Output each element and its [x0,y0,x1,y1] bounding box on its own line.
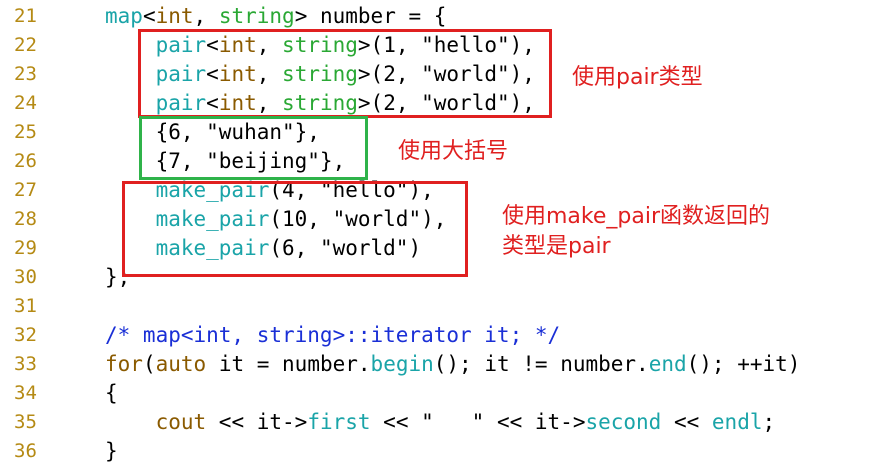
pair-annotation: 使用pair类型 [572,65,703,90]
line-number: 29 [14,237,37,259]
code-token: << " " << it-> [370,410,586,434]
code-token: map [105,4,143,28]
line-number: 31 [14,295,37,317]
code-token: << [661,410,712,434]
code-text: { [105,379,118,408]
code-editor[interactable]: 21 map<int, string> number = {22 pair<int… [0,0,892,469]
code-token: second [585,410,662,434]
code-token: /* map<int, string>::iterator it; */ [105,323,561,347]
line-number: 24 [14,92,37,114]
code-token: cout [155,410,207,434]
code-token: ; [762,410,776,434]
line-number: 35 [14,411,37,433]
brace-annotation: 使用大括号 [398,139,509,164]
code-token: int [155,4,194,28]
make-pair-highlight-box [122,181,468,277]
code-token: < [142,4,156,28]
pair-highlight-box [138,29,552,118]
code-token: for [105,352,143,376]
code-token: << it-> [206,410,308,434]
line-number: 28 [14,208,37,230]
code-token: string [218,4,295,28]
code-token: (); ++it) [686,352,801,376]
make-pair-annotation-line2: 类型是pair [502,234,611,259]
code-text: for(auto it = number.begin(); it != numb… [105,350,800,379]
make-pair-annotation-line1: 使用make_pair函数返回的 [502,204,771,229]
line-number: 23 [14,63,37,85]
line-number: 25 [14,121,37,143]
code-token: ( [142,352,156,376]
line-number: 21 [14,5,37,27]
line-number: 33 [14,353,37,375]
brace-highlight-box [139,116,368,180]
line-number: 34 [14,382,37,404]
code-token: , [193,4,219,28]
code-token: { [105,381,118,405]
line-number: 22 [14,34,37,56]
code-token: > number = { [294,4,447,28]
code-text: } [105,437,118,466]
code-token: first [307,410,371,434]
code-token: end [648,352,687,376]
code-token: (); it != number. [433,352,649,376]
code-token: begin [370,352,434,376]
code-token: it = number. [206,352,371,376]
line-number: 26 [14,150,37,172]
code-text: cout << it->first << " " << it->second <… [105,408,776,437]
line-number: 36 [14,440,37,462]
line-number: 27 [14,179,37,201]
code-token: } [105,439,118,463]
code-text: /* map<int, string>::iterator it; */ [105,321,560,350]
code-token: auto [155,352,207,376]
line-number: 32 [14,324,37,346]
code-token: endl [711,410,763,434]
line-number: 30 [14,266,37,288]
code-text: map<int, string> number = { [105,2,446,31]
